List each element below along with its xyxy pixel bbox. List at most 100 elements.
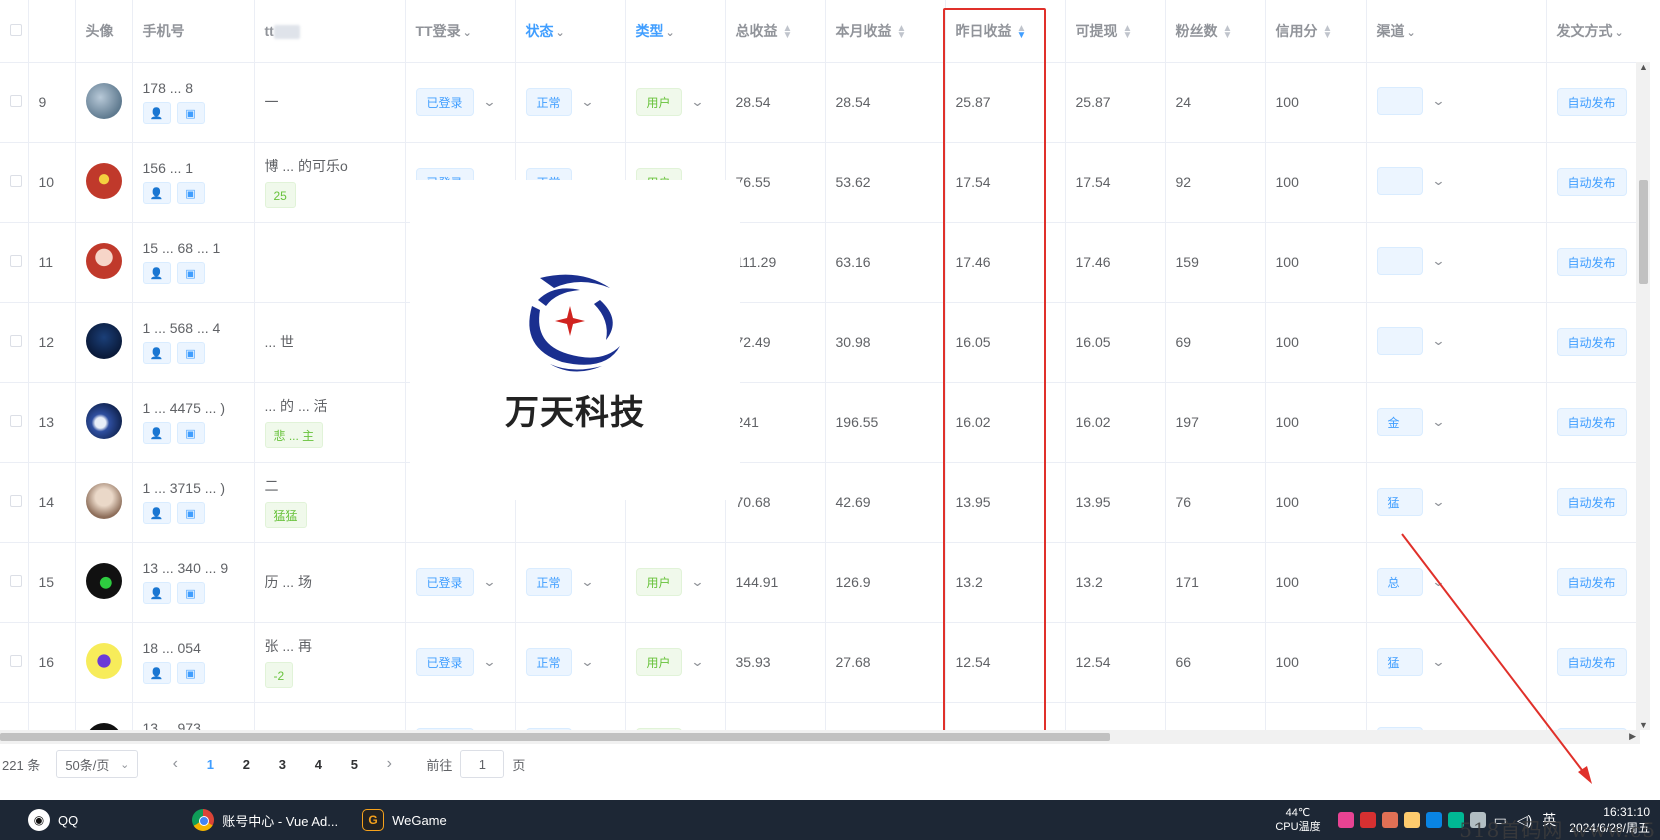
tray-app-icon[interactable] (1403, 812, 1420, 828)
avatar[interactable] (85, 402, 122, 439)
column-header-month[interactable]: 本月收益 ▲ ▼ (825, 0, 946, 63)
user-icon[interactable]: 👤 (142, 422, 171, 444)
row-checkbox-cell[interactable] (0, 702, 29, 730)
row-checkbox-cell[interactable] (0, 222, 29, 303)
row-checkbox-cell[interactable] (0, 462, 29, 543)
avatar[interactable] (85, 242, 122, 279)
channel-select[interactable]: ⌄ (1376, 326, 1445, 355)
column-header-type[interactable]: 类型 ⌄ (625, 0, 726, 63)
auto-publish-tag[interactable]: 自动发布 (1556, 168, 1627, 196)
column-header-publish[interactable]: 发文方式 ⌄ (1546, 0, 1640, 63)
scroll-right-icon[interactable]: ▶ (1629, 731, 1636, 742)
goto-page-input[interactable]: 1 (460, 750, 505, 778)
type-select[interactable]: 用户 ⌄ (635, 648, 704, 676)
column-header-ttlogin[interactable]: TT登录 ⌄ (405, 0, 516, 63)
avatar[interactable] (85, 482, 122, 519)
tray-app-icon[interactable] (1359, 812, 1376, 828)
type-select[interactable]: 用户 ⌄ (635, 568, 704, 596)
page-button-2[interactable]: 2 (228, 757, 264, 772)
cpu-temperature[interactable]: 44℃ CPU温度 (1275, 806, 1320, 834)
taskbar-app-chrome[interactable]: 账号中心 - Vue Ad... (180, 800, 350, 840)
vertical-scroll-thumb[interactable] (1639, 180, 1648, 284)
row-checkbox[interactable] (10, 495, 22, 507)
user-icon[interactable]: 👤 (142, 262, 171, 284)
scroll-down-icon[interactable]: ▼ (1639, 720, 1648, 730)
clipboard-icon[interactable]: ▣ (176, 182, 205, 204)
user-icon[interactable]: 👤 (142, 662, 171, 684)
row-checkbox[interactable] (10, 335, 22, 347)
clipboard-icon[interactable]: ▣ (176, 262, 205, 284)
clipboard-icon[interactable]: ▣ (176, 502, 205, 524)
channel-select[interactable]: 猛 ⌄ (1376, 648, 1445, 676)
sort-icon[interactable]: ▲ ▼ (897, 24, 907, 41)
avatar[interactable] (85, 162, 122, 199)
prev-page-button[interactable]: ‹ (158, 755, 192, 773)
row-checkbox-cell[interactable] (0, 622, 29, 703)
auto-publish-tag[interactable]: 自动发布 (1556, 488, 1627, 516)
channel-select[interactable]: ⌄ (1376, 246, 1445, 275)
sort-icon[interactable]: ▲ ▼ (1223, 24, 1233, 41)
row-checkbox[interactable] (10, 175, 22, 187)
sort-icon[interactable]: ▲ ▼ (1323, 24, 1333, 41)
row-checkbox[interactable] (10, 255, 22, 267)
user-icon[interactable]: 👤 (142, 582, 171, 604)
status-select[interactable]: 正常 ⌄ (525, 648, 594, 676)
tray-app-icon[interactable] (1381, 812, 1398, 828)
taskbar-app-wegame[interactable]: G WeGame (350, 800, 459, 840)
auto-publish-tag[interactable]: 自动发布 (1556, 248, 1627, 276)
clipboard-icon[interactable]: ▣ (176, 102, 205, 124)
avatar[interactable] (85, 82, 122, 119)
user-icon[interactable]: 👤 (142, 342, 171, 364)
clipboard-icon[interactable]: ▣ (176, 422, 205, 444)
user-icon[interactable]: 👤 (142, 182, 171, 204)
row-checkbox[interactable] (10, 415, 22, 427)
auto-publish-tag[interactable]: 自动发布 (1556, 408, 1627, 436)
sort-icon[interactable]: ▲ ▼ (1123, 24, 1133, 41)
auto-publish-tag[interactable]: 自动发布 (1556, 568, 1627, 596)
channel-select[interactable]: 金 ⌄ (1376, 408, 1445, 436)
tray-app-icon[interactable] (1337, 812, 1354, 828)
column-header-check[interactable] (0, 0, 29, 63)
column-header-fans[interactable]: 粉丝数 ▲ ▼ (1165, 0, 1266, 63)
horizontal-scroll-thumb[interactable] (0, 733, 1110, 741)
column-header-withdraw[interactable]: 可提现 ▲ ▼ (1065, 0, 1166, 63)
column-header-yesterday[interactable]: 昨日收益 ▲ ▼ (945, 0, 1066, 63)
status-select[interactable]: 正常 ⌄ (525, 88, 594, 116)
clipboard-icon[interactable]: ▣ (176, 662, 205, 684)
ttlogin-select[interactable]: 已登录 ⌄ (415, 568, 496, 596)
column-header-status[interactable]: 状态 ⌄ (515, 0, 626, 63)
row-checkbox-cell[interactable] (0, 62, 29, 143)
row-checkbox[interactable] (10, 95, 22, 107)
channel-select[interactable]: 猛 ⌄ (1376, 488, 1445, 516)
select-all-checkbox[interactable] (10, 23, 22, 36)
avatar[interactable] (85, 642, 122, 679)
avatar[interactable] (85, 322, 122, 359)
scroll-up-icon[interactable]: ▲ (1639, 62, 1648, 72)
auto-publish-tag[interactable]: 自动发布 (1556, 328, 1627, 356)
row-checkbox-cell[interactable] (0, 302, 29, 383)
avatar[interactable] (85, 722, 122, 730)
column-header-channel[interactable]: 渠道 ⌄ (1366, 0, 1547, 63)
ttlogin-select[interactable]: 已登录 ⌄ (415, 648, 496, 676)
auto-publish-tag[interactable]: 自动发布 (1556, 648, 1627, 676)
user-icon[interactable]: 👤 (142, 502, 171, 524)
sort-icon[interactable]: ▲ ▼ (1017, 24, 1027, 41)
clipboard-icon[interactable]: ▣ (176, 342, 205, 364)
page-size-select[interactable]: 50条/页 ⌄ (56, 750, 139, 778)
ttlogin-select[interactable]: 已登录 ⌄ (415, 88, 496, 116)
status-select[interactable]: 正常 ⌄ (525, 568, 594, 596)
clipboard-icon[interactable]: ▣ (176, 582, 205, 604)
row-checkbox-cell[interactable] (0, 142, 29, 223)
page-button-4[interactable]: 4 (300, 757, 336, 772)
page-button-5[interactable]: 5 (336, 757, 372, 772)
next-page-button[interactable]: › (372, 755, 406, 773)
row-checkbox-cell[interactable] (0, 542, 29, 623)
horizontal-scrollbar[interactable]: ▶ (0, 730, 1640, 744)
channel-select[interactable]: ⌄ (1376, 86, 1445, 115)
channel-select[interactable]: 总 ⌄ (1376, 568, 1445, 596)
tray-app-icon[interactable] (1425, 812, 1442, 828)
vertical-scrollbar[interactable]: ▲ ▼ (1636, 62, 1650, 730)
sort-icon[interactable]: ▲ ▼ (783, 24, 793, 41)
row-checkbox[interactable] (10, 575, 22, 587)
column-header-credit[interactable]: 信用分 ▲ ▼ (1265, 0, 1367, 63)
